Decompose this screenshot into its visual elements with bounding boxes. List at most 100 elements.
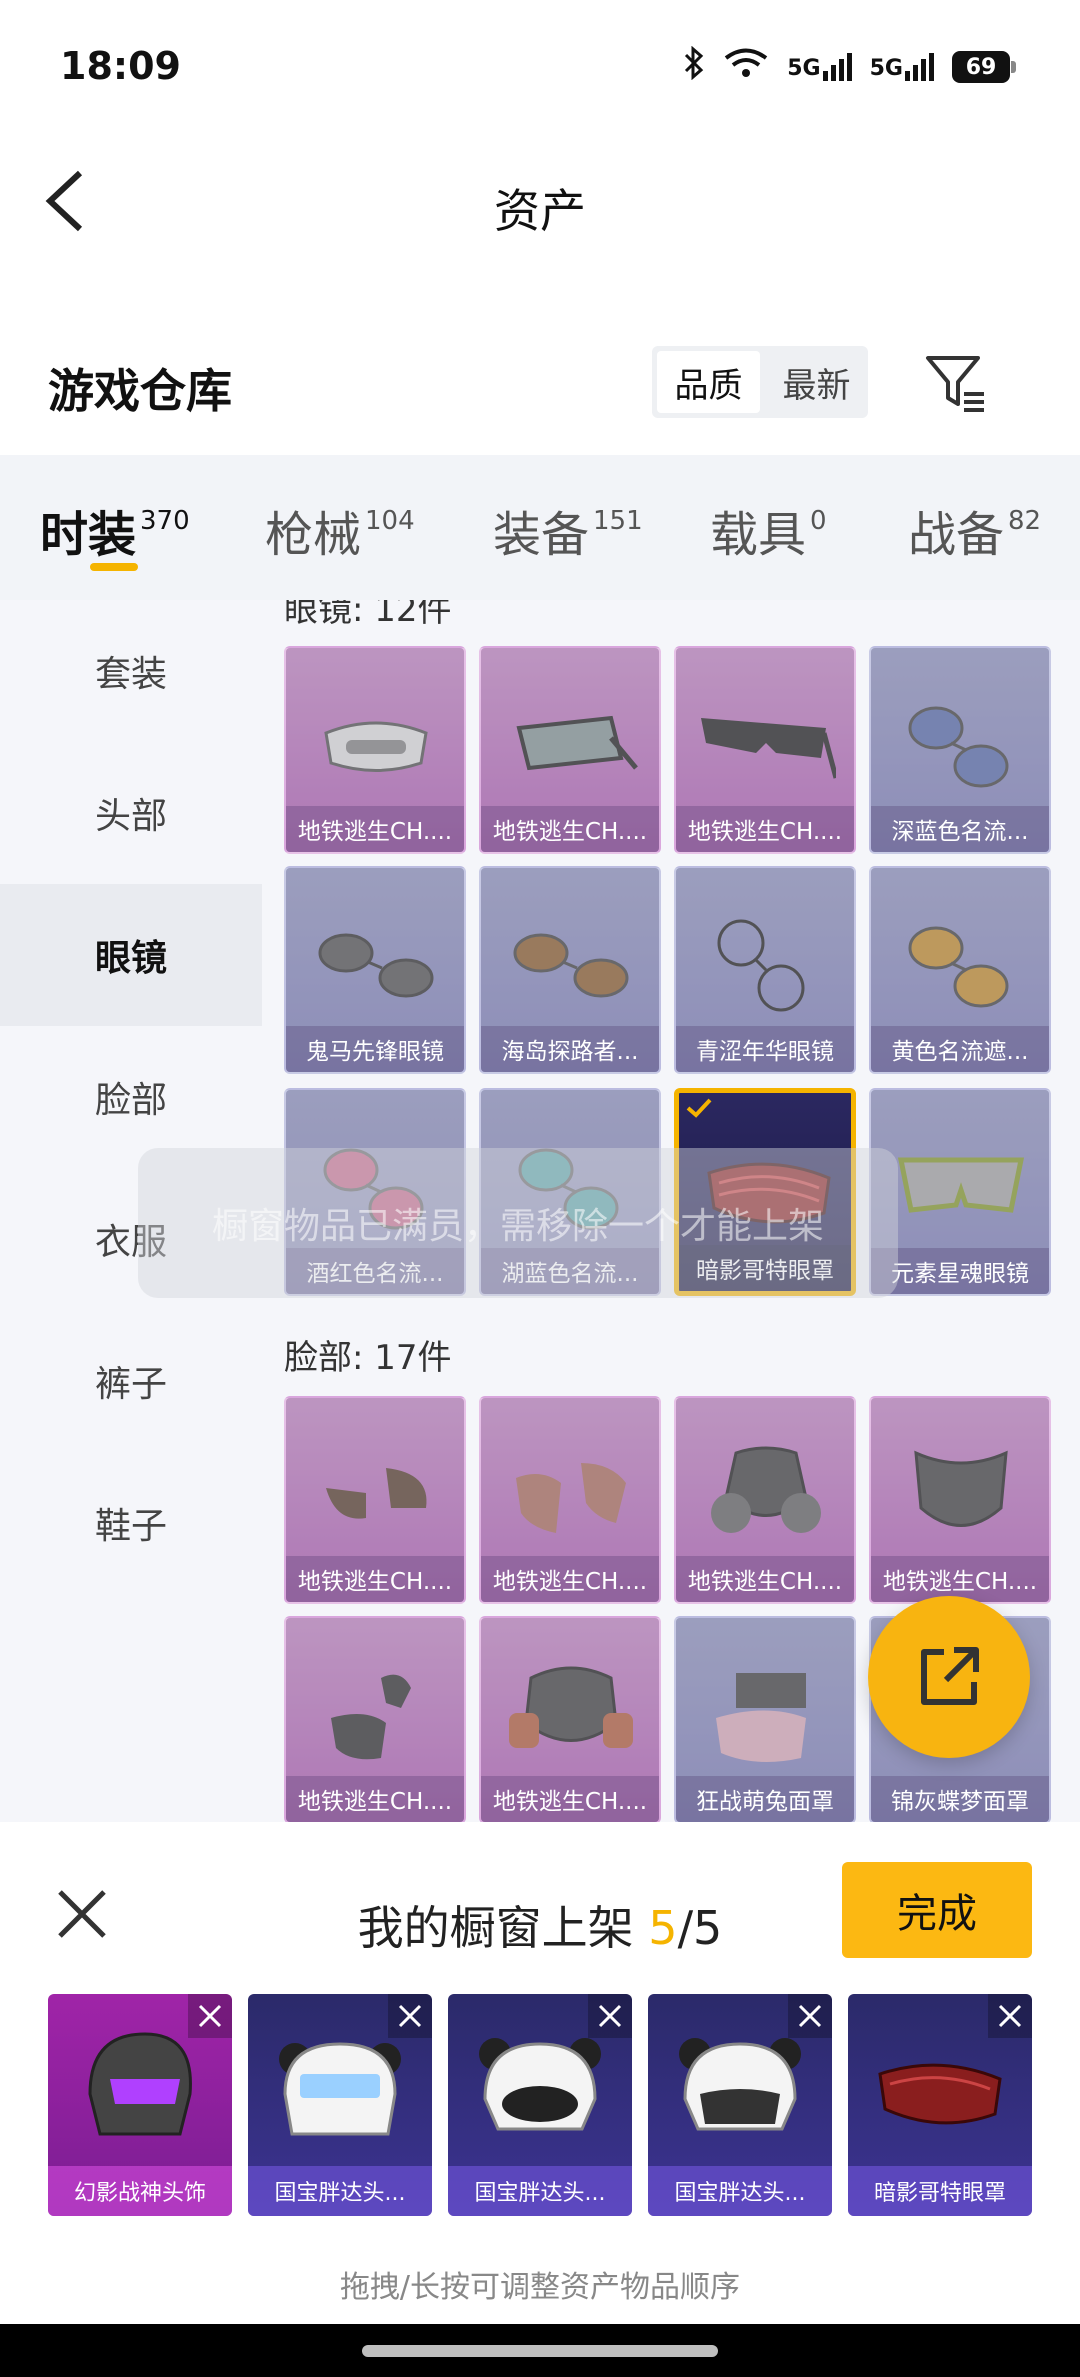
filter-button[interactable] (920, 350, 990, 415)
share-icon (921, 1647, 979, 1705)
slot-name: 国宝胖达头... (448, 2166, 632, 2216)
showcase-slot[interactable]: 暗影哥特眼罩 (848, 1994, 1032, 2216)
panel-count: 5 (648, 1901, 678, 1955)
battery-icon: 69 (952, 51, 1016, 83)
remove-slot-button[interactable] (788, 1994, 832, 2038)
remove-slot-button[interactable] (188, 1994, 232, 2038)
sort-quality-button[interactable]: 品质 (657, 351, 760, 413)
active-tab-indicator (90, 563, 138, 571)
slot-name: 国宝胖达头... (248, 2166, 432, 2216)
share-button[interactable] (868, 1596, 1030, 1758)
item-name: 地铁逃生CH.... (286, 806, 464, 852)
panda-helmet-icon (679, 2038, 801, 2131)
item-name: 狂战萌兔面罩 (676, 1776, 854, 1822)
close-icon (998, 2004, 1022, 2028)
sort-newest-button[interactable]: 最新 (765, 346, 868, 418)
item-name: 锦灰蝶梦面罩 (871, 1776, 1049, 1822)
reorder-hint: 拖拽/长按可调整资产物品顺序 (339, 2270, 741, 2305)
item-card[interactable]: 青涩年华眼镜 (674, 866, 856, 1074)
item-name: 地铁逃生CH.... (286, 1776, 464, 1822)
tab-fashion[interactable]: 时装 370 (40, 495, 190, 565)
remove-slot-button[interactable] (388, 1994, 432, 2038)
tab-label: 时装 (40, 507, 137, 563)
status-time: 18:09 (60, 44, 181, 88)
item-name: 地铁逃生CH.... (286, 1556, 464, 1602)
item-card[interactable]: 地铁逃生CH.... (284, 1396, 466, 1604)
filter-icon (926, 356, 984, 412)
group-title-glasses: 眼镜: 12件 (284, 600, 452, 630)
item-name: 地铁逃生CH.... (481, 1556, 659, 1602)
tab-count: 104 (365, 506, 415, 536)
done-button[interactable]: 完成 (842, 1862, 1032, 1958)
slot-name: 幻影战神头饰 (48, 2166, 232, 2216)
sidebar-item-shoes[interactable]: 鞋子 (0, 1452, 262, 1594)
close-icon (598, 2004, 622, 2028)
item-name: 地铁逃生CH.... (481, 1776, 659, 1822)
item-card[interactable]: 地铁逃生CH.... (869, 1396, 1051, 1604)
helmet-icon (88, 2032, 192, 2136)
item-card[interactable]: 地铁逃生CH.... (674, 1396, 856, 1604)
close-icon (798, 2004, 822, 2028)
category-tabs: 时装 370 枪械 104 装备 151 载具 0 战备 82 (0, 455, 1080, 600)
check-icon (686, 1098, 712, 1118)
item-name: 地铁逃生CH.... (871, 1556, 1049, 1602)
item-card[interactable]: 地铁逃生CH.... (479, 1616, 661, 1822)
item-card[interactable]: 狂战萌兔面罩 (674, 1616, 856, 1822)
page-title: 资产 (494, 184, 586, 238)
item-card[interactable]: 地铁逃生CH.... (479, 646, 661, 854)
status-bar: 18:09 5G 5G 69 (0, 0, 1080, 130)
panda-helmet-icon (479, 2038, 601, 2131)
sidebar-item-face[interactable]: 脸部 (0, 1026, 262, 1168)
remove-slot-button[interactable] (988, 1994, 1032, 2038)
item-name: 地铁逃生CH.... (481, 806, 659, 852)
tab-count: 370 (140, 506, 190, 536)
network-type-1: 5G (787, 56, 821, 81)
item-name: 海岛探路者... (481, 1026, 659, 1072)
tab-count: 0 (810, 506, 827, 536)
sort-toggle: 品质 最新 (652, 346, 868, 418)
item-name: 地铁逃生CH.... (676, 1556, 854, 1602)
status-icons: 5G 5G 69 (683, 45, 1016, 88)
sidebar-item-pants[interactable]: 裤子 (0, 1310, 262, 1452)
item-card[interactable]: 深蓝色名流... (869, 646, 1051, 854)
item-name: 深蓝色名流... (871, 806, 1049, 852)
panel-total: /5 (677, 1901, 723, 1955)
item-card[interactable]: 地铁逃生CH.... (284, 1616, 466, 1822)
showcase-slot[interactable]: 国宝胖达头... (648, 1994, 832, 2216)
showcase-slot[interactable]: 国宝胖达头... (448, 1994, 632, 2216)
tab-weapons[interactable]: 枪械 104 (265, 495, 415, 565)
item-card[interactable]: 鬼马先锋眼镜 (284, 866, 466, 1074)
tab-supplies[interactable]: 战备 82 (908, 495, 1041, 565)
panel-title-text: 我的橱窗上架 (357, 1901, 649, 1955)
item-card[interactable]: 黄色名流遮... (869, 866, 1051, 1074)
tab-equipment[interactable]: 装备 151 (493, 495, 643, 565)
home-indicator[interactable] (362, 2345, 718, 2357)
group-title-face: 脸部: 17件 (284, 1338, 452, 1378)
tab-count: 151 (593, 506, 643, 536)
sidebar-item-head[interactable]: 头部 (0, 742, 262, 884)
cellular-signal-icon-2: 5G (870, 53, 934, 81)
showcase-slot[interactable]: 国宝胖达头... (248, 1994, 432, 2216)
slot-name: 国宝胖达头... (648, 2166, 832, 2216)
item-name: 黄色名流遮... (871, 1026, 1049, 1072)
tab-label: 载具 (710, 507, 807, 563)
cellular-signal-icon: 5G (787, 53, 852, 81)
close-icon (398, 2004, 422, 2028)
item-name: 青涩年华眼镜 (676, 1026, 854, 1072)
wifi-icon (723, 47, 769, 87)
remove-slot-button[interactable] (588, 1994, 632, 2038)
bluetooth-icon (683, 45, 705, 88)
eye-mask-icon (878, 2063, 1002, 2125)
panda-helmet-icon (279, 2042, 401, 2136)
item-name: 鬼马先锋眼镜 (286, 1026, 464, 1072)
item-card[interactable]: 海岛探路者... (479, 866, 661, 1074)
sidebar-item-outfit[interactable]: 套装 (0, 600, 262, 742)
showcase-slot[interactable]: 幻影战神头饰 (48, 1994, 232, 2216)
tab-label: 枪械 (265, 507, 362, 563)
item-card[interactable]: 地铁逃生CH.... (479, 1396, 661, 1604)
item-card[interactable]: 地铁逃生CH.... (284, 646, 466, 854)
item-card[interactable]: 地铁逃生CH.... (674, 646, 856, 854)
tab-vehicles[interactable]: 载具 0 (710, 495, 827, 565)
sidebar-item-glasses[interactable]: 眼镜 (0, 884, 262, 1026)
showcase-panel: 我的橱窗上架 5/5 完成 幻影战神头饰 国宝胖达头... 国宝胖达头... 国… (0, 1822, 1080, 2324)
